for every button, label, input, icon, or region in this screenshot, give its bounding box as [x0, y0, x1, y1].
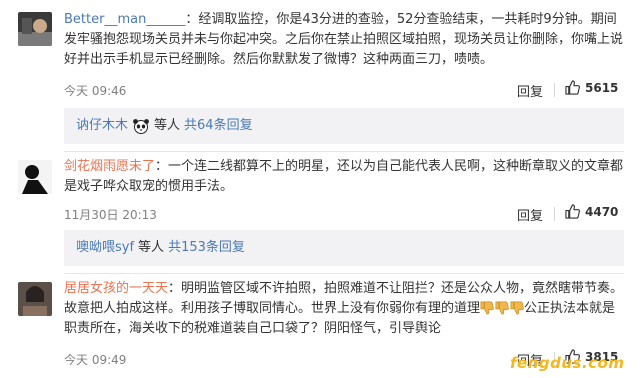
avatar[interactable]	[18, 12, 52, 46]
avatar-image	[18, 12, 52, 46]
separator	[64, 273, 624, 274]
thumbs-up-icon	[565, 80, 580, 95]
thread-user[interactable]: 讷仔木木	[76, 108, 128, 144]
thumbs-up-icon	[565, 204, 580, 219]
comment-time: 11月30日 20:13	[64, 208, 157, 222]
reply-thread[interactable]: 讷仔木木 等人 共64条回复	[64, 108, 624, 144]
thread-mid: 等人	[138, 240, 165, 255]
like-button[interactable]: 4470	[565, 204, 618, 219]
comment-time: 今天 09:49	[64, 353, 127, 367]
comment-time: 今天 09:46	[64, 84, 127, 98]
avatar-image	[18, 282, 52, 316]
username[interactable]: 居居女孩的一天天	[64, 281, 168, 296]
thumbs-down-icon	[495, 301, 509, 315]
thread-link[interactable]: 共64条回复	[184, 108, 253, 144]
separator	[64, 151, 624, 152]
divider	[554, 207, 555, 221]
thumbs-down-icon	[480, 301, 494, 315]
thread-mid: 等人	[154, 118, 181, 133]
divider	[554, 83, 555, 97]
username[interactable]: 剑花烟雨愿未了	[64, 159, 155, 174]
reply-button[interactable]: 回复	[517, 205, 543, 224]
thread-user[interactable]: 噢呦喂syf	[76, 230, 134, 266]
like-count: 4470	[585, 204, 619, 219]
avatar[interactable]	[18, 282, 52, 316]
like-count: 5615	[585, 80, 619, 95]
panda-emoji-icon	[133, 119, 149, 134]
username[interactable]: Better__man______	[64, 12, 185, 27]
comment-text: 居居女孩的一天天：明明监管区域不许拍照，拍照难道不让阻拦？还是公众人物，竟然瞎带…	[64, 281, 624, 336]
comment-text: Better__man______：经调取监控，你是43分进的查验，52分查验结…	[64, 12, 624, 67]
thread-link[interactable]: 共153条回复	[168, 230, 245, 266]
avatar-image	[18, 160, 52, 194]
thumbs-down-emoji-group	[480, 301, 524, 315]
reply-thread[interactable]: 噢呦喂syf 等人 共153条回复	[64, 230, 624, 266]
comment-text: 剑花烟雨愿未了：一个连二线都算不上的明星，还以为自己能代表人民啊，这种断章取义的…	[64, 159, 624, 194]
site-watermark: fengdus.com	[510, 354, 625, 372]
like-button[interactable]: 5615	[565, 80, 618, 95]
avatar[interactable]	[18, 160, 52, 194]
thumbs-down-icon	[510, 301, 524, 315]
reply-button[interactable]: 回复	[517, 81, 543, 100]
